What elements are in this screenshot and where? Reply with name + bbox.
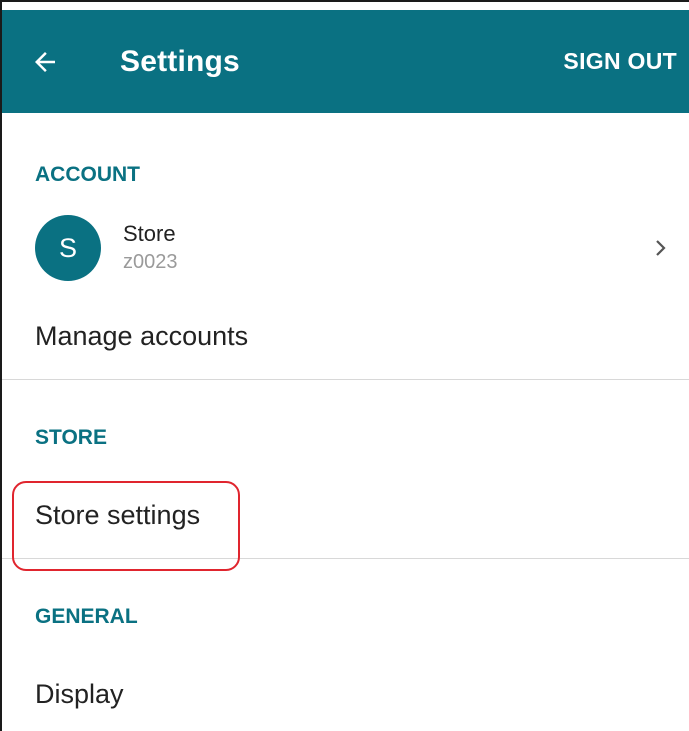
back-button[interactable] — [2, 10, 98, 113]
display-item[interactable]: Display — [2, 679, 689, 710]
account-id: z0023 — [123, 251, 178, 273]
chevron-right-icon — [656, 240, 666, 256]
store-settings-item[interactable]: Store settings — [2, 500, 689, 531]
account-row[interactable]: S Store z0023 — [2, 203, 689, 293]
avatar: S — [35, 215, 101, 281]
page-title: Settings — [120, 44, 240, 78]
arrow-left-icon — [35, 51, 55, 72]
app-bar: Settings SIGN OUT — [2, 10, 689, 113]
avatar-letter: S — [58, 232, 77, 263]
section-header-general: GENERAL — [35, 605, 138, 628]
manage-accounts-item[interactable]: Manage accounts — [2, 321, 689, 352]
account-info: Store z0023 — [123, 220, 651, 276]
account-name: Store — [123, 221, 176, 246]
section-header-store: STORE — [35, 426, 107, 449]
section-header-account: ACCOUNT — [35, 163, 140, 186]
settings-screen: Settings SIGN OUT ACCOUNT S Store z0023 … — [0, 0, 689, 731]
sign-out-button[interactable]: SIGN OUT — [563, 48, 677, 75]
